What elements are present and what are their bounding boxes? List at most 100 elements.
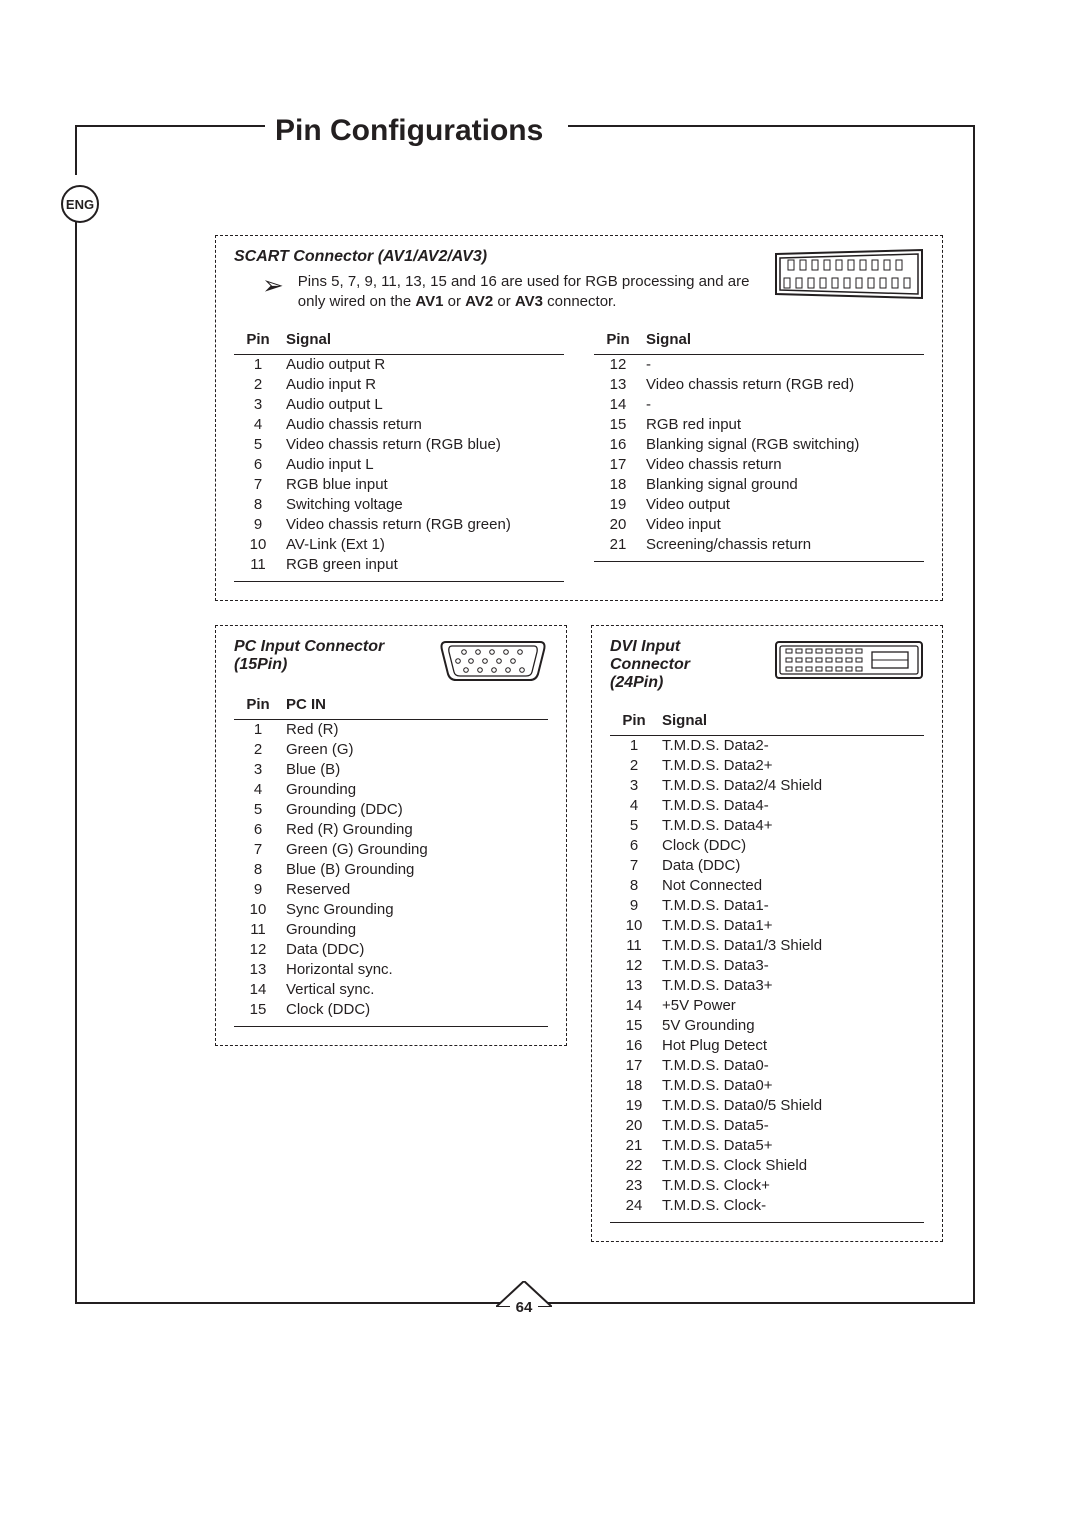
pin-cell: 19: [610, 1096, 658, 1116]
table-row: 4Audio chassis return: [234, 415, 564, 435]
signal-cell: 5V Grounding: [658, 1016, 924, 1036]
col-pin: Pin: [234, 692, 282, 720]
table-row: 11Grounding: [234, 920, 548, 940]
signal-cell: T.M.D.S. Data3+: [658, 976, 924, 996]
signal-cell: Green (G) Grounding: [282, 840, 548, 860]
table-row: 6Audio input L: [234, 455, 564, 475]
col-signal: Signal: [642, 327, 924, 355]
signal-cell: Grounding (DDC): [282, 800, 548, 820]
dvi-table: Pin Signal 1T.M.D.S. Data2-2T.M.D.S. Dat…: [610, 708, 924, 1216]
table-row: 16Hot Plug Detect: [610, 1036, 924, 1056]
pin-cell: 3: [610, 776, 658, 796]
signal-cell: T.M.D.S. Data5+: [658, 1136, 924, 1156]
pin-cell: 13: [594, 375, 642, 395]
signal-cell: Grounding: [282, 920, 548, 940]
note-arrow-icon: ➢: [262, 272, 284, 298]
scart-diagram-icon: [774, 248, 924, 300]
pin-cell: 16: [610, 1036, 658, 1056]
table-row: 3Audio output L: [234, 395, 564, 415]
signal-cell: Data (DDC): [658, 856, 924, 876]
table-row: 12Data (DDC): [234, 940, 548, 960]
pin-cell: 11: [610, 936, 658, 956]
pin-cell: 20: [610, 1116, 658, 1136]
signal-cell: Switching voltage: [282, 495, 564, 515]
signal-cell: Horizontal sync.: [282, 960, 548, 980]
signal-cell: Grounding: [282, 780, 548, 800]
signal-cell: T.M.D.S. Data0+: [658, 1076, 924, 1096]
dvi-section: DVI Input Connector (24Pin): [591, 625, 943, 1242]
pin-cell: 18: [594, 475, 642, 495]
table-row: 1T.M.D.S. Data2-: [610, 735, 924, 756]
pin-cell: 14: [234, 980, 282, 1000]
page-frame: Pin Configurations ENG SCART Connector (…: [75, 125, 975, 1304]
dvi-diagram-icon: [774, 638, 924, 682]
table-row: 12T.M.D.S. Data3-: [610, 956, 924, 976]
signal-cell: Screening/chassis return: [642, 535, 924, 555]
table-row: 19T.M.D.S. Data0/5 Shield: [610, 1096, 924, 1116]
pin-cell: 2: [234, 740, 282, 760]
pin-cell: 11: [234, 920, 282, 940]
signal-cell: Green (G): [282, 740, 548, 760]
dvi-title-l2: (24Pin): [610, 674, 663, 691]
pin-cell: 9: [234, 515, 282, 535]
pin-cell: 6: [234, 455, 282, 475]
pin-cell: 14: [594, 395, 642, 415]
table-row: 4Grounding: [234, 780, 548, 800]
table-row: 12-: [594, 354, 924, 375]
table-row: 21Screening/chassis return: [594, 535, 924, 555]
page-number: 64: [510, 1299, 539, 1316]
table-row: 24T.M.D.S. Clock-: [610, 1196, 924, 1216]
frame-top-right: [540, 125, 975, 127]
pin-cell: 17: [610, 1056, 658, 1076]
pin-cell: 11: [234, 555, 282, 575]
table-row: 9T.M.D.S. Data1-: [610, 896, 924, 916]
col-signal: Signal: [282, 327, 564, 355]
table-row: 8Switching voltage: [234, 495, 564, 515]
signal-cell: T.M.D.S. Data1-: [658, 896, 924, 916]
pin-cell: 10: [234, 535, 282, 555]
col-signal: PC IN: [282, 692, 548, 720]
signal-cell: Audio input L: [282, 455, 564, 475]
dvi-title: DVI Input Connector (24Pin): [610, 638, 754, 692]
table-row: 2T.M.D.S. Data2+: [610, 756, 924, 776]
signal-cell: Hot Plug Detect: [658, 1036, 924, 1056]
signal-cell: Blue (B) Grounding: [282, 860, 548, 880]
pin-cell: 13: [610, 976, 658, 996]
signal-cell: -: [642, 395, 924, 415]
signal-cell: Blue (B): [282, 760, 548, 780]
table-row: 10Sync Grounding: [234, 900, 548, 920]
scart-note-mid2: or: [493, 293, 515, 310]
pin-cell: 3: [234, 760, 282, 780]
signal-cell: T.M.D.S. Data0-: [658, 1056, 924, 1076]
scart-table-right: Pin Signal 12-13Video chassis return (RG…: [594, 327, 924, 555]
signal-cell: Blanking signal (RGB switching): [642, 435, 924, 455]
signal-cell: T.M.D.S. Data2/4 Shield: [658, 776, 924, 796]
divider: [234, 581, 564, 582]
table-row: 2Audio input R: [234, 375, 564, 395]
signal-cell: T.M.D.S. Clock Shield: [658, 1156, 924, 1176]
signal-cell: T.M.D.S. Data2+: [658, 756, 924, 776]
col-pin: Pin: [610, 708, 658, 736]
scart-note-mid1: or: [443, 293, 465, 310]
col-signal: Signal: [658, 708, 924, 736]
signal-cell: Video chassis return: [642, 455, 924, 475]
signal-cell: RGB blue input: [282, 475, 564, 495]
pin-cell: 4: [234, 780, 282, 800]
pin-cell: 21: [610, 1136, 658, 1156]
signal-cell: -: [642, 354, 924, 375]
pin-cell: 5: [234, 435, 282, 455]
table-row: 13Video chassis return (RGB red): [594, 375, 924, 395]
signal-cell: T.M.D.S. Clock-: [658, 1196, 924, 1216]
pin-cell: 13: [234, 960, 282, 980]
pin-cell: 9: [234, 880, 282, 900]
signal-cell: Video chassis return (RGB red): [642, 375, 924, 395]
signal-cell: Sync Grounding: [282, 900, 548, 920]
table-row: 19Video output: [594, 495, 924, 515]
pin-cell: 1: [234, 719, 282, 740]
scart-title: SCART Connector (AV1/AV2/AV3): [234, 248, 754, 266]
pin-cell: 7: [234, 840, 282, 860]
dvi-title-l1: DVI Input Connector: [610, 638, 690, 673]
scart-table-left: Pin Signal 1Audio output R2Audio input R…: [234, 327, 564, 575]
vga-diagram-icon: [438, 638, 548, 682]
pin-cell: 23: [610, 1176, 658, 1196]
